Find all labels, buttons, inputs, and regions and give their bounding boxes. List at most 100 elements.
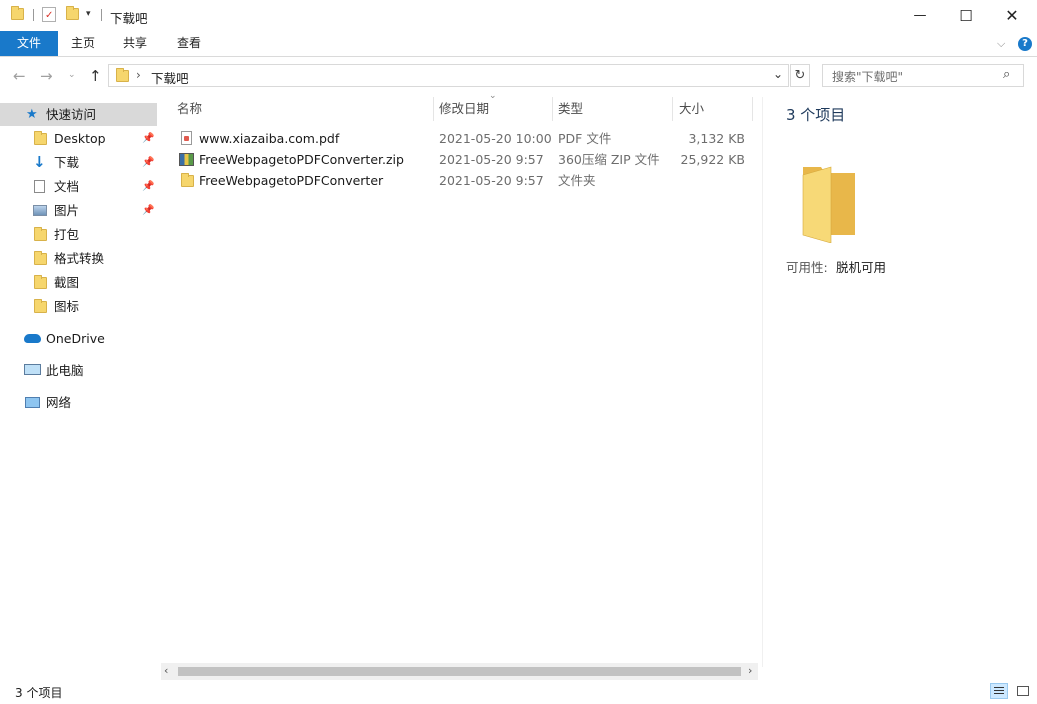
customize-toolbar-dropdown[interactable]: ▾: [86, 9, 91, 19]
file-name: FreeWebpagetoPDFConverter.zip: [199, 152, 404, 167]
sidebar-item-quick-access[interactable]: ★ 快速访问: [0, 103, 157, 126]
recent-locations-chevron-icon[interactable]: ⌄: [68, 70, 76, 80]
maximize-button[interactable]: ☐: [943, 0, 989, 31]
availability-label: 可用性:: [786, 260, 828, 275]
sidebar-item-this-pc[interactable]: 此电脑: [0, 359, 157, 382]
column-divider[interactable]: [672, 97, 673, 121]
sidebar-item-label: 文档: [54, 179, 80, 194]
sidebar-item-label: 图片: [54, 203, 80, 218]
folder-icon: [34, 299, 47, 313]
pdf-file-icon: [181, 131, 192, 145]
search-icon[interactable]: ⌕: [1003, 67, 1010, 82]
table-row[interactable]: FreeWebpagetoPDFConverter.zip 2021-05-20…: [160, 149, 760, 170]
column-header-modified[interactable]: 修改日期: [439, 97, 489, 121]
folder-icon: [116, 68, 129, 82]
zip-file-icon: [179, 153, 194, 166]
sidebar-item-pack[interactable]: 打包: [0, 223, 157, 246]
pin-icon: 📌: [142, 181, 155, 192]
horizontal-scrollbar[interactable]: ‹ ›: [161, 663, 758, 680]
up-arrow-icon[interactable]: ↑: [89, 67, 102, 85]
search-placeholder: 搜索"下载吧": [832, 70, 904, 84]
sidebar-item-network[interactable]: 网络: [0, 391, 157, 414]
navigation-pane: ★ 快速访问 Desktop 📌 ↓ 下载 📌 文档 📌 图片 📌 打包 格式转…: [0, 97, 158, 677]
new-folder-icon[interactable]: [66, 6, 79, 20]
minimize-button[interactable]: —: [897, 0, 943, 31]
details-item-count: 3 个项目: [786, 106, 846, 124]
column-divider[interactable]: [552, 97, 553, 121]
folder-icon: [34, 227, 47, 241]
folder-large-icon: [801, 163, 857, 244]
ribbon-tabs: 文件 主页 共享 查看 ⌵ ?: [0, 31, 1037, 57]
sidebar-item-label: 截图: [54, 275, 80, 290]
address-dropdown-chevron-icon[interactable]: ⌄: [773, 67, 783, 81]
title-bar: ✓ ▾ 下载吧 — ☐ ✕: [0, 0, 1037, 31]
sidebar-item-label: 快速访问: [46, 107, 97, 122]
sidebar-item-label: 此电脑: [46, 363, 84, 378]
close-icon: ✕: [1005, 6, 1019, 25]
help-icon[interactable]: ?: [1018, 37, 1032, 51]
sidebar-item-label: 格式转换: [54, 251, 105, 266]
divider: [33, 9, 34, 21]
file-size: 25,922 KB: [680, 152, 745, 167]
file-type: PDF 文件: [558, 131, 612, 146]
sidebar-item-label: 打包: [54, 227, 80, 242]
column-header-size[interactable]: 大小: [679, 97, 704, 121]
sidebar-item-label: Desktop: [54, 131, 106, 146]
column-divider[interactable]: [433, 97, 434, 121]
status-bar: 3 个项目: [0, 681, 1037, 704]
folder-icon: [181, 173, 194, 187]
tab-file[interactable]: 文件: [0, 31, 58, 56]
sidebar-item-label: OneDrive: [46, 331, 105, 346]
sidebar-item-documents[interactable]: 文档 📌: [0, 175, 157, 198]
file-type: 360压缩 ZIP 文件: [558, 152, 660, 167]
pin-icon: 📌: [142, 205, 155, 216]
sidebar-item-downloads[interactable]: ↓ 下载 📌: [0, 151, 157, 174]
tab-home[interactable]: 主页: [62, 31, 104, 56]
tab-view[interactable]: 查看: [168, 31, 210, 56]
sidebar-item-desktop[interactable]: Desktop 📌: [0, 127, 157, 150]
scroll-right-arrow-icon[interactable]: ›: [748, 664, 752, 677]
star-icon: ★: [26, 107, 38, 122]
file-modified: 2021-05-20 9:57: [439, 152, 544, 167]
large-icons-view-button[interactable]: [1014, 683, 1032, 699]
tab-share[interactable]: 共享: [114, 31, 156, 56]
scrollbar-thumb[interactable]: [178, 667, 741, 676]
sidebar-item-pictures[interactable]: 图片 📌: [0, 199, 157, 222]
folder-icon: [34, 131, 47, 145]
column-header-type[interactable]: 类型: [558, 97, 583, 121]
forward-arrow-icon[interactable]: →: [40, 67, 53, 85]
availability-value: 脱机可用: [836, 260, 887, 275]
sidebar-item-onedrive[interactable]: OneDrive: [0, 327, 157, 350]
expand-ribbon-chevron-icon[interactable]: ⌵: [997, 37, 1005, 51]
details-view-button[interactable]: [990, 683, 1008, 699]
file-size: 3,132 KB: [688, 131, 745, 146]
address-bar[interactable]: › 下载吧 ⌄: [108, 64, 789, 87]
column-header-name[interactable]: 名称: [177, 97, 202, 121]
sidebar-item-label: 下载: [54, 155, 80, 170]
refresh-button[interactable]: ↻: [790, 64, 810, 87]
sidebar-item-icons[interactable]: 图标: [0, 295, 157, 318]
pin-icon: 📌: [142, 133, 155, 144]
details-pane: 3 个项目 可用性: 脱机可用: [762, 97, 1037, 667]
file-modified: 2021-05-20 10:00: [439, 131, 552, 146]
status-item-count: 3 个项目: [15, 686, 63, 700]
folder-icon: [34, 275, 47, 289]
table-row[interactable]: www.xiazaiba.com.pdf 2021-05-20 10:00 PD…: [160, 128, 760, 149]
sidebar-item-screenshots[interactable]: 截图: [0, 271, 157, 294]
minimize-icon: —: [913, 8, 927, 23]
sort-chevron-icon: ⌄: [489, 91, 497, 101]
column-divider[interactable]: [752, 97, 753, 121]
download-icon: ↓: [33, 153, 46, 171]
maximize-icon: ☐: [959, 6, 973, 25]
search-input[interactable]: 搜索"下载吧" ⌕: [822, 64, 1024, 87]
folder-icon: [11, 6, 24, 20]
sidebar-item-format-convert[interactable]: 格式转换: [0, 247, 157, 270]
properties-icon[interactable]: ✓: [42, 7, 56, 22]
file-modified: 2021-05-20 9:57: [439, 173, 544, 188]
scroll-left-arrow-icon[interactable]: ‹: [164, 664, 168, 677]
back-arrow-icon[interactable]: ←: [13, 67, 26, 85]
table-row[interactable]: FreeWebpagetoPDFConverter 2021-05-20 9:5…: [160, 170, 760, 191]
breadcrumb-current[interactable]: 下载吧: [151, 68, 189, 87]
close-button[interactable]: ✕: [989, 0, 1035, 31]
file-name: www.xiazaiba.com.pdf: [199, 131, 340, 146]
